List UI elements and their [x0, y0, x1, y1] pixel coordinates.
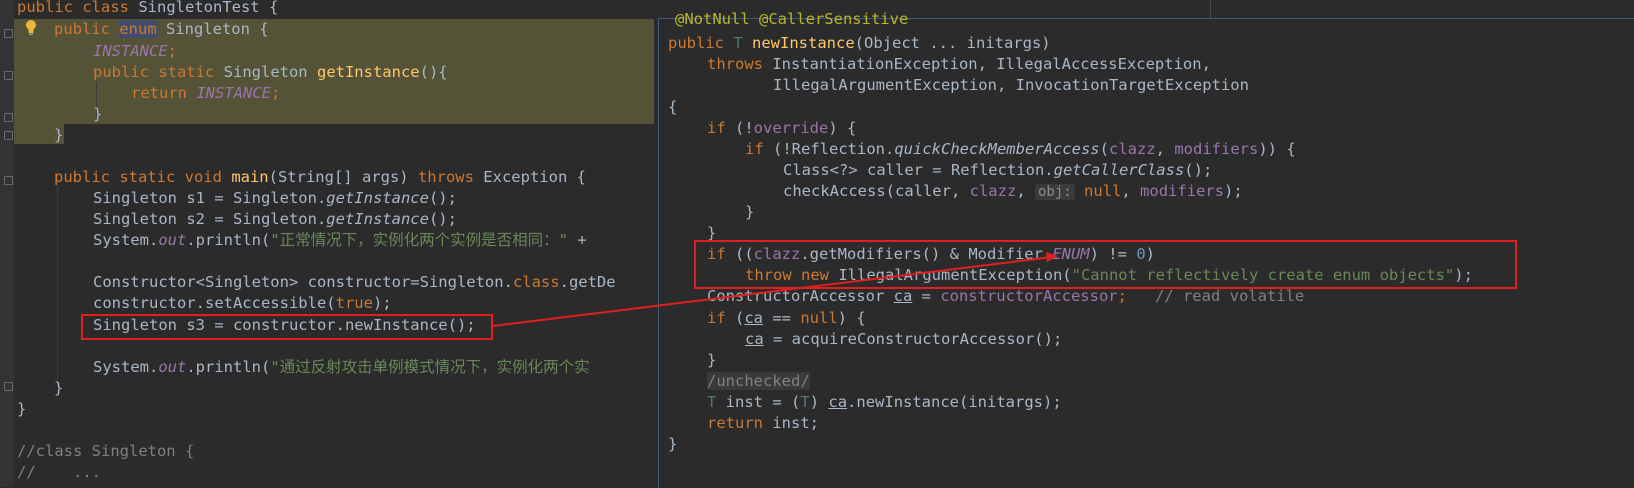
annotation-arrow	[492, 252, 1058, 327]
